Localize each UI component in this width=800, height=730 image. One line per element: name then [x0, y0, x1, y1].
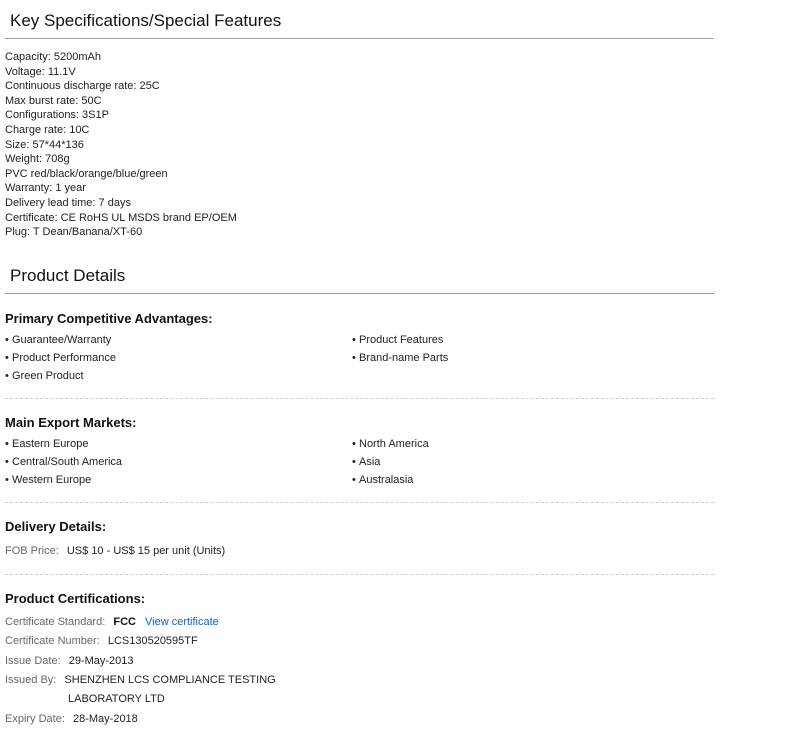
spec-item: Charge rate: 10C	[5, 123, 90, 136]
spec-item: Weight: 708g	[5, 153, 70, 166]
spec-item: Voltage: 11.1V	[5, 65, 76, 78]
certificate-standard-value: FCC	[113, 616, 136, 628]
delivery-title: Delivery Details:	[5, 519, 107, 534]
spec-item: Delivery lead time: 7 days	[5, 196, 131, 209]
certificate-number-value: LCS130520595TF	[107, 635, 198, 647]
markets-title: Main Export Markets:	[5, 415, 137, 430]
issue-date-label: Issue Date:	[5, 655, 61, 667]
expiry-date-label: Expiry Date:	[5, 713, 65, 725]
fob-price-row: FOB Price: US$ 10 - US$ 15 per unit (Uni…	[5, 544, 225, 558]
list-item: • Product Features	[352, 334, 444, 346]
issued-by-label: Issued By:	[5, 674, 57, 686]
list-item: • Asia	[352, 456, 381, 468]
spec-item: Continuous discharge rate: 25C	[5, 80, 160, 93]
product-details-title: Product Details	[10, 266, 126, 285]
key-specs-divider	[5, 38, 714, 39]
spec-item: Max burst rate: 50C	[5, 94, 102, 107]
list-item: • Guarantee/Warranty	[5, 334, 112, 346]
list-item: • Western Europe	[5, 474, 92, 486]
expiry-date-value: 28-May-2018	[72, 713, 138, 725]
section-divider	[5, 398, 714, 399]
issued-by-value-continued: LABORATORY LTD	[68, 693, 165, 705]
view-certificate-link[interactable]: View certificate	[145, 616, 219, 628]
list-item: • North America	[352, 438, 429, 450]
section-divider	[5, 502, 714, 503]
spec-item: Warranty: 1 year	[5, 182, 86, 195]
issued-by-row: Issued By: SHENZHEN LCS COMPLIANCE TESTI…	[5, 673, 276, 687]
list-item: • Eastern Europe	[5, 438, 89, 450]
list-item: • Green Product	[5, 370, 84, 382]
list-item: • Australasia	[352, 474, 414, 486]
spec-item: PVC red/black/orange/blue/green	[5, 167, 168, 180]
issue-date-row: Issue Date: 29-May-2013	[5, 654, 134, 668]
certificate-number-label: Certificate Number:	[5, 635, 100, 647]
spec-item: Configurations: 3S1P	[5, 109, 109, 122]
certifications-title: Product Certifications:	[5, 591, 146, 606]
certificate-number-row: Certificate Number: LCS130520595TF	[5, 634, 198, 648]
list-item: • Product Performance	[5, 352, 116, 364]
fob-price-value: US$ 10 - US$ 15 per unit (Units)	[66, 545, 226, 557]
list-item: • Central/South America	[5, 456, 123, 468]
key-specs-title: Key Specifications/Special Features	[10, 11, 282, 30]
expiry-date-row: Expiry Date: 28-May-2018	[5, 712, 138, 726]
list-item: • Brand-name Parts	[352, 352, 449, 364]
key-specs-list: Capacity: 5200mAh Voltage: 11.1V Continu…	[5, 50, 237, 240]
issue-date-value: 29-May-2013	[68, 655, 134, 667]
spec-item: Size: 57*44*136	[5, 138, 84, 151]
product-details-divider	[5, 293, 714, 294]
advantages-title: Primary Competitive Advantages:	[5, 311, 213, 326]
spec-item: Capacity: 5200mAh	[5, 51, 101, 63]
spec-item: Certificate: CE RoHS UL MSDS brand EP/OE…	[5, 211, 237, 224]
section-divider	[5, 574, 714, 575]
certificate-standard-label: Certificate Standard:	[5, 616, 106, 628]
fob-price-label: FOB Price:	[5, 545, 59, 557]
issued-by-value: SHENZHEN LCS COMPLIANCE TESTING	[64, 674, 276, 686]
spec-item: Plug: T Dean/Banana/XT-60	[5, 226, 143, 239]
certificate-standard-row: Certificate Standard: FCC View certifica…	[5, 615, 219, 629]
